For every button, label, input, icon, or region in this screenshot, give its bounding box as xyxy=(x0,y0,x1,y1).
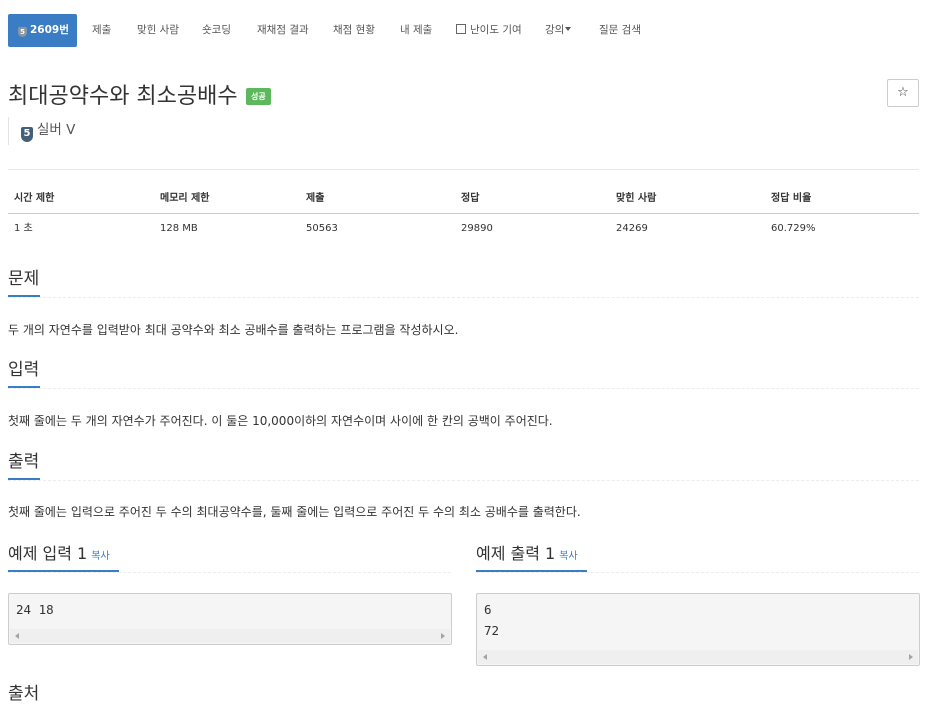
problem-tier[interactable]: 5 실버 V xyxy=(8,117,75,145)
section-title-problem: 문제 xyxy=(8,269,40,289)
value-solved-users: 24269 xyxy=(616,223,648,234)
section-title-source: 출처 xyxy=(8,684,40,704)
header-memory-limit: 메모리 제한 xyxy=(160,193,210,204)
section-rule xyxy=(8,480,919,481)
header-accepted: 정답 xyxy=(461,193,480,204)
horizontal-scrollbar[interactable] xyxy=(478,650,918,664)
stats-table-header: 시간 제한 메모리 제한 제출 정답 맞힌 사람 정답 비율 xyxy=(8,185,919,214)
nav-problem-number[interactable]: 5 2609번 xyxy=(8,14,77,47)
scroll-right-icon[interactable] xyxy=(909,654,913,660)
nav-rejudge-results[interactable]: 재채점 결과 xyxy=(257,14,309,47)
sample-input-heading: 예제 입력 1 복사 xyxy=(8,542,110,569)
nav-judge-status[interactable]: 채점 현황 xyxy=(333,14,375,47)
nav-lectures-label: 강의 xyxy=(545,24,565,36)
stats-table-row: 1 초 128 MB 50563 29890 24269 60.729% xyxy=(8,215,919,243)
value-accept-ratio: 60.729% xyxy=(771,223,816,234)
section-rule xyxy=(8,297,919,298)
sample-output-line: 72 xyxy=(484,623,500,638)
nav-problem-number-label: 2609번 xyxy=(30,24,69,36)
scroll-right-icon[interactable] xyxy=(441,633,445,639)
section-title-output: 출력 xyxy=(8,452,40,472)
input-description: 첫째 줄에는 두 개의 자연수가 주어진다. 이 둘은 10,000이하의 자연… xyxy=(8,414,553,428)
section-rule xyxy=(8,388,919,389)
value-submissions: 50563 xyxy=(306,223,338,234)
silver-tier-icon: 5 xyxy=(21,127,33,142)
nav-difficulty-contribution[interactable]: 난이도 기여 xyxy=(456,14,522,47)
section-title-input: 입력 xyxy=(8,360,40,380)
section-rule xyxy=(8,572,451,573)
copy-input-link[interactable]: 복사 xyxy=(91,551,109,562)
value-accepted: 29890 xyxy=(461,223,493,234)
section-rule xyxy=(476,572,919,573)
sample-input-title: 예제 입력 1 xyxy=(8,544,88,563)
sample-output-title: 예제 출력 1 xyxy=(476,544,556,563)
header-submissions: 제출 xyxy=(306,193,325,204)
external-link-icon xyxy=(456,24,466,34)
output-description: 첫째 줄에는 입력으로 주어진 두 수의 최대공약수를, 둘째 줄에는 입력으로… xyxy=(8,505,581,519)
scroll-left-icon[interactable] xyxy=(15,633,19,639)
problem-title: 최대공약수와 최소공배수 xyxy=(8,84,238,109)
value-memory-limit: 128 MB xyxy=(160,223,198,234)
status-badge: 성공 xyxy=(246,88,271,105)
nav-lectures-dropdown[interactable]: 강의 xyxy=(545,14,572,47)
header-accept-ratio: 정답 비율 xyxy=(771,193,812,204)
header-time-limit: 시간 제한 xyxy=(14,193,55,204)
sample-output-box[interactable]: 6 72 xyxy=(476,593,920,666)
sample-output-line: 6 xyxy=(484,602,492,617)
nav-difficulty-label: 난이도 기여 xyxy=(470,24,522,36)
nav-submit[interactable]: 제출 xyxy=(92,14,111,47)
nav-question-search[interactable]: 질문 검색 xyxy=(599,14,641,47)
horizontal-scrollbar[interactable] xyxy=(10,629,450,643)
divider xyxy=(8,169,919,170)
problem-description: 두 개의 자연수를 입력받아 최대 공약수와 최소 공배수를 출력하는 프로그램… xyxy=(8,323,459,337)
tier-shield-icon: 5 xyxy=(18,27,27,37)
sample-output-heading: 예제 출력 1 복사 xyxy=(476,542,578,569)
scroll-left-icon[interactable] xyxy=(483,654,487,660)
sample-input-box[interactable]: 24 18 xyxy=(8,593,452,645)
nav-short-coding[interactable]: 숏코딩 xyxy=(202,14,231,47)
sample-input-line: 24 18 xyxy=(16,602,54,617)
nav-solved-users[interactable]: 맞힌 사람 xyxy=(137,14,179,47)
header-solved-users: 맞힌 사람 xyxy=(616,193,657,204)
star-icon: ☆ xyxy=(897,85,909,100)
caret-down-icon xyxy=(565,27,572,31)
copy-output-link[interactable]: 복사 xyxy=(559,551,577,562)
tier-label: 실버 V xyxy=(37,122,76,138)
favorite-star-button[interactable]: ☆ xyxy=(887,79,919,107)
nav-my-submissions[interactable]: 내 제출 xyxy=(400,14,432,47)
problem-menu: 5 2609번 제출 맞힌 사람 숏코딩 재채점 결과 채점 현황 내 제출 난이… xyxy=(0,14,934,47)
value-time-limit: 1 초 xyxy=(14,223,33,234)
